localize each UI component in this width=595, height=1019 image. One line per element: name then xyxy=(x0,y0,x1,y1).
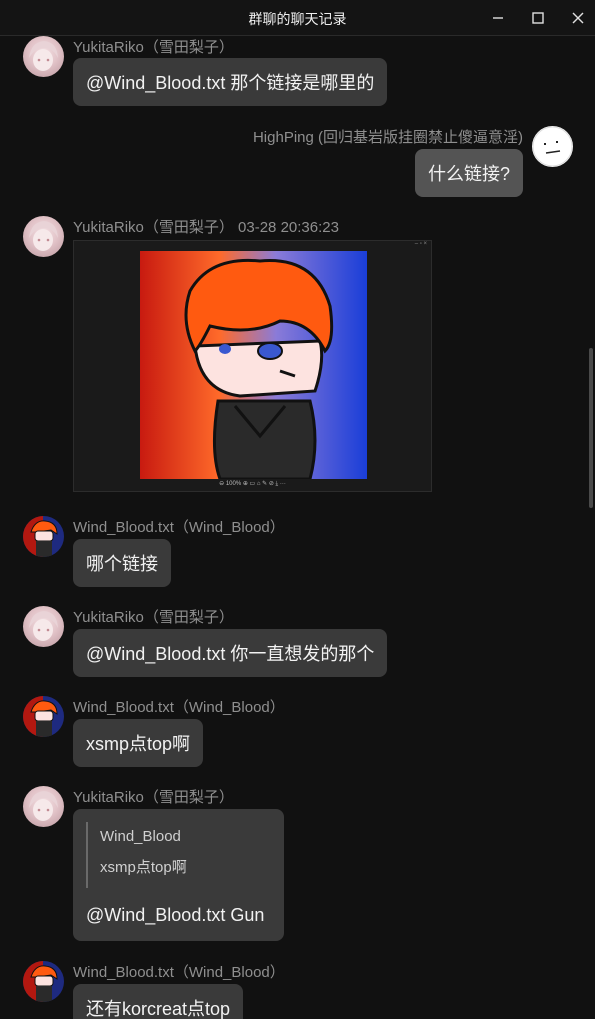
sender-name: Wind_Blood.txt（Wind_Blood） xyxy=(73,699,285,716)
message-bubble[interactable]: @Wind_Blood.txt 那个链接是哪里的 xyxy=(73,58,388,106)
avatar[interactable] xyxy=(23,216,64,257)
avatar[interactable] xyxy=(23,516,64,557)
message-bubble[interactable]: 哪个链接 xyxy=(73,539,171,587)
message-bubble[interactable]: 什么链接? xyxy=(414,149,523,197)
sender-name: YukitaRiko（雪田梨子） xyxy=(73,39,234,56)
avatar[interactable] xyxy=(23,36,64,77)
minimize-button[interactable] xyxy=(486,6,510,30)
maximize-icon xyxy=(532,12,544,24)
message-bubble[interactable]: @Wind_Blood.txt 你一直想发的那个 xyxy=(73,629,388,677)
sender-name: HighPing (回归基岩版挂圈禁止傻逼意淫) xyxy=(252,129,523,146)
quote-bar xyxy=(86,822,88,888)
avatar[interactable] xyxy=(23,696,64,737)
close-icon xyxy=(572,12,584,24)
sender-name: YukitaRiko（雪田梨子） xyxy=(73,609,234,626)
chat-history[interactable]: YukitaRiko（雪田梨子） @Wind_Blood.txt 那个链接是哪里… xyxy=(0,36,595,1019)
sender-name: Wind_Blood.txt（Wind_Blood） xyxy=(73,519,285,536)
minimize-icon xyxy=(493,17,503,19)
avatar[interactable] xyxy=(23,961,64,1002)
sender-name: YukitaRiko（雪田梨子） 03-28 20:36:23 xyxy=(73,219,339,236)
avatar[interactable] xyxy=(532,126,573,167)
image-toolbar[interactable]: ⊖ 100% ⊕ ▭ ⌂ ✎ ⊘ ⤓ ··· xyxy=(74,477,431,491)
maximize-button[interactable] xyxy=(526,6,550,30)
quote-author: Wind_Blood xyxy=(100,828,181,845)
quote-text: xsmp点top啊 xyxy=(100,859,187,876)
quote-message-bubble[interactable]: Wind_Blood xsmp点top啊 @Wind_Blood.txt Gun xyxy=(73,809,284,941)
character-image xyxy=(140,251,367,479)
message-bubble[interactable]: 还有korcreat点top xyxy=(73,984,244,1019)
image-message[interactable]: – ▫ × ⊖ 100% ⊕ ▭ ⌂ ✎ ⊘ ⤓ ··· xyxy=(73,240,432,492)
scrollbar[interactable] xyxy=(589,348,593,508)
window-controls-icon: – ▫ × xyxy=(414,241,427,247)
sender-name: YukitaRiko（雪田梨子） xyxy=(73,789,234,806)
sender-name: Wind_Blood.txt（Wind_Blood） xyxy=(73,964,285,981)
reply-text: @Wind_Blood.txt Gun xyxy=(86,905,265,925)
avatar[interactable] xyxy=(23,786,64,827)
title-bar: 群聊的聊天记录 xyxy=(0,0,595,36)
message-bubble[interactable]: xsmp点top啊 xyxy=(73,719,204,767)
avatar[interactable] xyxy=(23,606,64,647)
close-button[interactable] xyxy=(566,6,590,30)
